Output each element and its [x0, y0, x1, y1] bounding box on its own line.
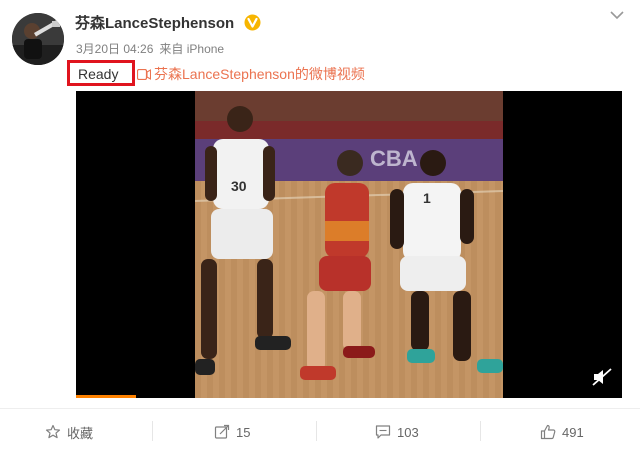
- like-count: 491: [562, 424, 584, 440]
- comment-count: 103: [397, 424, 419, 440]
- video-link-label: 芬森LanceStephenson的微博视频: [154, 66, 365, 82]
- jersey-number-left: 30: [231, 178, 247, 194]
- favorite-button[interactable]: 收藏: [45, 418, 93, 446]
- star-icon: [45, 424, 61, 439]
- repost-count: 15: [236, 424, 251, 440]
- video-progress-bar[interactable]: [76, 395, 137, 398]
- avatar[interactable]: [12, 13, 64, 65]
- highlight-box: Ready: [67, 60, 135, 86]
- username[interactable]: 芬森LanceStephenson: [75, 12, 234, 33]
- action-separator: [152, 421, 153, 441]
- mute-icon[interactable]: [592, 368, 612, 386]
- jersey-number-right: 1: [423, 190, 431, 206]
- verified-badge-icon: [244, 14, 261, 31]
- video-player[interactable]: CBA 30 1: [76, 91, 622, 398]
- video-link[interactable]: 芬森LanceStephenson的微博视频: [137, 64, 365, 84]
- repost-button[interactable]: 15: [214, 418, 250, 446]
- basketball-scene: CBA 30 1: [195, 91, 503, 398]
- action-separator: [480, 421, 481, 441]
- post-meta: 3月20日 04:26 来自 iPhone: [76, 40, 230, 57]
- favorite-label: 收藏: [67, 425, 94, 441]
- repost-icon: [214, 424, 230, 439]
- like-button[interactable]: 491: [540, 418, 584, 446]
- avatar-image: [12, 13, 64, 65]
- comment-button[interactable]: 103: [375, 418, 419, 446]
- video-icon: [137, 69, 151, 80]
- action-bar-divider: [0, 408, 640, 409]
- thumbs-up-icon: [540, 424, 556, 440]
- post-content: Ready 芬森LanceStephenson的微博视频: [67, 60, 627, 86]
- post-timestamp[interactable]: 3月20日 04:26: [76, 42, 153, 56]
- post-source: 来自 iPhone: [159, 42, 225, 56]
- action-separator: [316, 421, 317, 441]
- chevron-down-icon[interactable]: [608, 8, 626, 22]
- video-frame: CBA 30 1: [195, 91, 503, 398]
- svg-text:CBA: CBA: [370, 146, 418, 171]
- post-text: Ready: [78, 66, 119, 82]
- comment-icon: [375, 425, 391, 439]
